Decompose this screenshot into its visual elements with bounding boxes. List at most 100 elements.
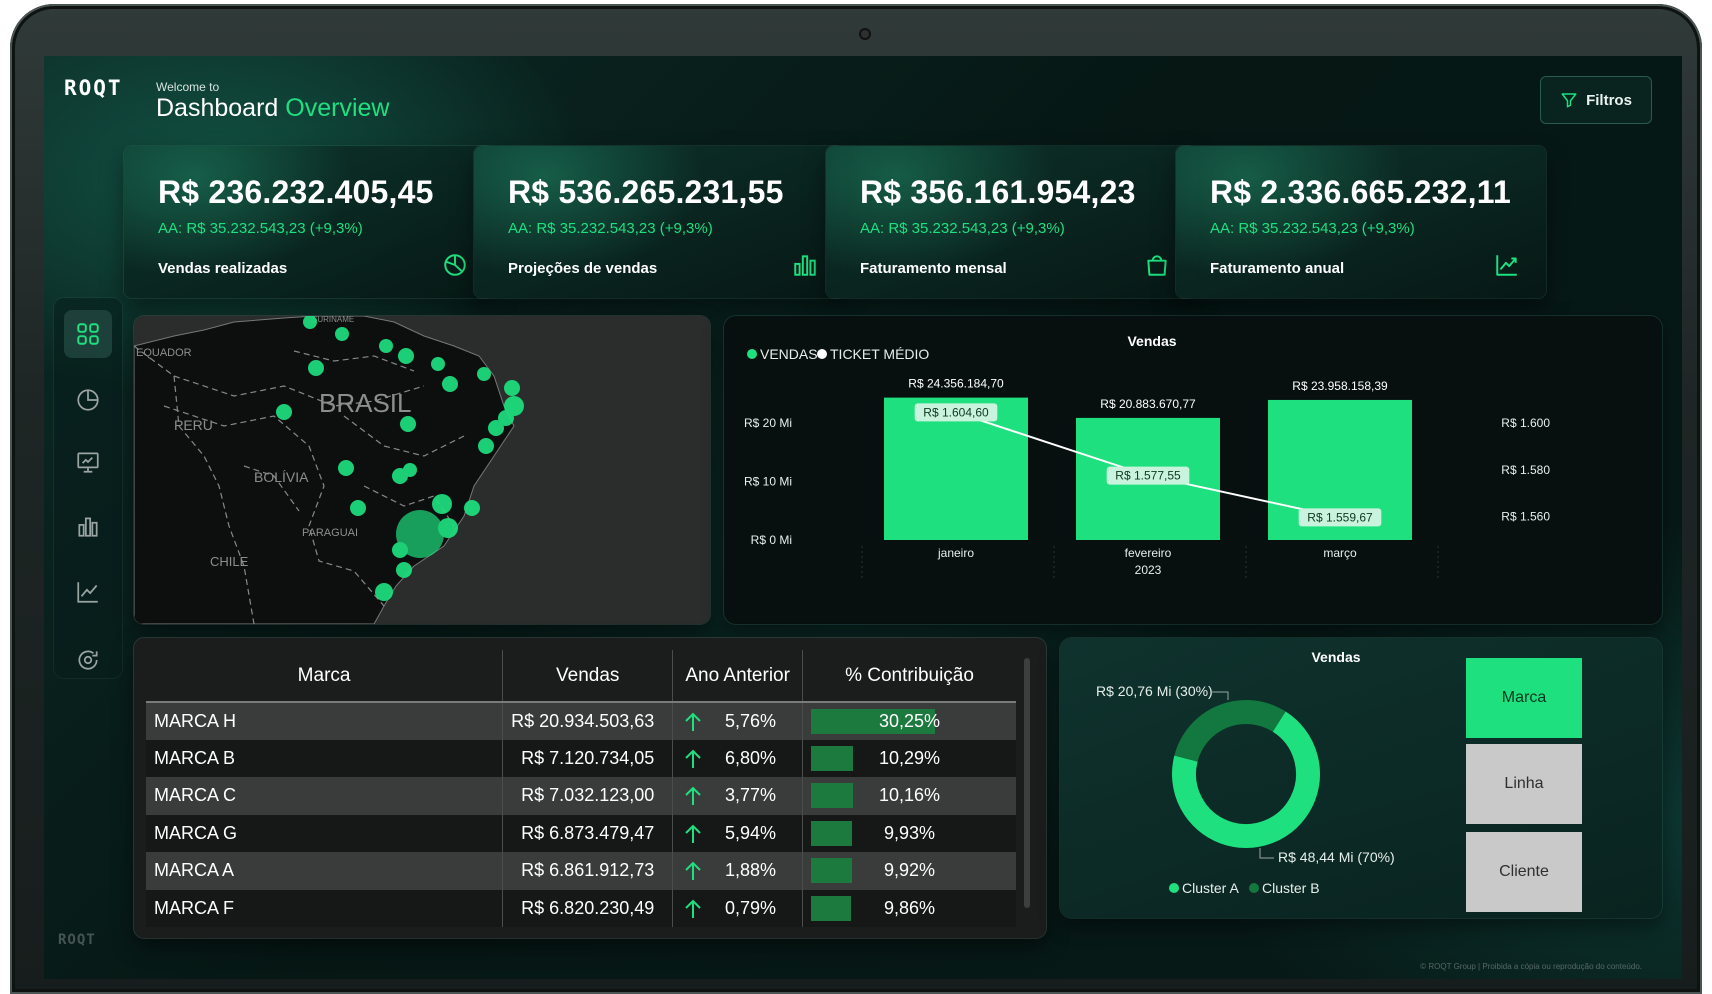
donut-label-cluster-b: R$ 20,76 Mi (30%) — [1096, 683, 1213, 699]
cell-contribution-value: 9,93% — [884, 822, 936, 843]
laptop-frame: ROQT Welcome to Dashboard Overview Filtr… — [10, 4, 1702, 994]
filters-button[interactable]: Filtros — [1540, 76, 1652, 124]
table-row[interactable]: MARCA B R$ 7.120.734,05 6,80% 10,29% — [146, 739, 1016, 777]
cell-brand: MARCA F — [146, 889, 504, 927]
cell-brand: MARCA B — [146, 739, 504, 777]
map-label-bolivia: BOLÍVIA — [254, 469, 309, 485]
cell-sales: R$ 6.861.912,73 — [502, 852, 674, 890]
pie-chart-icon — [444, 254, 466, 276]
monitor-chart-icon — [77, 452, 99, 473]
map-marker[interactable] — [477, 367, 491, 381]
map-marker[interactable] — [442, 376, 458, 392]
map-marker[interactable] — [335, 327, 349, 341]
cell-sales: R$ 6.820.230,49 — [502, 889, 674, 927]
map-marker[interactable] — [431, 357, 445, 371]
kpi-value: R$ 356.161.954,23 — [860, 174, 1136, 210]
donut-label-cluster-a: R$ 48,44 Mi (70%) — [1278, 849, 1395, 865]
donut-leader-line — [1259, 848, 1274, 859]
legend-label-cluster-b: Cluster B — [1262, 880, 1320, 896]
legend-dot-vendas — [747, 349, 757, 359]
welcome-text: Welcome to — [156, 80, 220, 94]
map-marker[interactable] — [432, 494, 452, 514]
dashboard-screen: ROQT Welcome to Dashboard Overview Filtr… — [44, 56, 1682, 979]
column-header-contribuicao[interactable]: % Contribuição — [803, 650, 1016, 702]
segment-button-cliente[interactable]: Cliente — [1466, 832, 1582, 912]
legend-dot-cluster-a — [1169, 883, 1179, 893]
arrow-up-icon — [685, 712, 701, 731]
map-marker[interactable] — [350, 500, 366, 516]
sales-map[interactable]: BRASIL EQUADOR PERU BOLÍVIA PARAGUAI CHI… — [134, 316, 710, 624]
ticket-medio-label: R$ 1.577,55 — [1115, 469, 1181, 483]
cell-contribution-value: 9,92% — [884, 860, 936, 881]
bar-chart-icon — [794, 255, 816, 276]
donut-slice-cluster-b[interactable] — [1174, 700, 1286, 763]
map-marker[interactable] — [478, 438, 494, 454]
table-row[interactable]: MARCA G R$ 6.873.479,47 5,94% 9,93% — [146, 814, 1016, 852]
segment-button-marca[interactable]: Marca — [1466, 658, 1582, 738]
sidebar-item-dashboard[interactable] — [64, 310, 112, 358]
table-row[interactable]: MARCA F R$ 6.820.230,49 0,79% 9,86% — [146, 889, 1016, 928]
column-header-vendas[interactable]: Vendas — [502, 650, 674, 702]
sidebar-item-trend[interactable] — [64, 568, 112, 616]
sidebar-item-bars[interactable] — [64, 502, 112, 550]
map-marker[interactable] — [398, 348, 414, 364]
y-axis-tick-right: R$ 1.580 — [1501, 463, 1550, 477]
map-marker[interactable] — [438, 518, 458, 538]
table-scrollbar[interactable] — [1024, 658, 1030, 908]
line-chart-icon — [77, 582, 98, 603]
cell-contribution-value: 10,29% — [878, 747, 941, 768]
sidebar-item-target[interactable] — [64, 636, 112, 684]
map-marker[interactable] — [276, 404, 292, 420]
sidebar-item-monitor[interactable] — [64, 438, 112, 486]
filter-icon — [1561, 93, 1577, 108]
kpi-card-faturamento-mensal[interactable]: R$ 356.161.954,23 AA: R$ 35.232.543,23 (… — [826, 146, 1196, 298]
map-marker[interactable] — [375, 583, 393, 601]
line-chart-icon — [1496, 255, 1517, 276]
cell-contribution: 9,86% — [803, 890, 1016, 928]
sidebar-bottom-logo: ROQT — [58, 932, 96, 948]
column-header-marca[interactable]: Marca — [146, 650, 504, 702]
map-marker[interactable] — [464, 500, 480, 516]
brand-table: Marca Vendas Ano Anterior % Contribuição… — [146, 650, 1016, 927]
x-axis-year: 2023 — [1135, 563, 1162, 577]
map-marker[interactable] — [308, 360, 324, 376]
map-marker[interactable] — [403, 463, 417, 477]
map-marker[interactable] — [379, 339, 393, 353]
x-axis-tick: fevereiro — [1125, 546, 1172, 560]
roqt-logo: ROQT — [64, 76, 123, 100]
map-marker[interactable] — [396, 562, 412, 578]
page-title: Dashboard Overview — [156, 94, 389, 123]
kpi-card-projecoes-de-vendas[interactable]: R$ 536.265.231,55 AA: R$ 35.232.543,23 (… — [474, 146, 844, 298]
page-title-accent: Overview — [285, 94, 390, 122]
refresh-target-icon — [78, 650, 98, 670]
sales-donut-svg: Vendas R$ 20,76 Mi (30%) R$ 48,44 Mi (70… — [1096, 649, 1395, 896]
table-row[interactable]: MARCA A R$ 6.861.912,73 1,88% 9,92% — [146, 852, 1016, 890]
cell-contribution: 10,16% — [803, 777, 1016, 815]
table-row[interactable]: MARCA C R$ 7.032.123,00 3,77% 10,16% — [146, 777, 1016, 815]
map-marker[interactable] — [488, 420, 504, 436]
brand-sales-table: Marca Vendas Ano Anterior % Contribuição… — [134, 638, 1046, 938]
table-row[interactable]: MARCA H R$ 20.934.503,63 5,76% 30,25% — [146, 702, 1016, 740]
legend-dot-ticket-medio — [817, 349, 827, 359]
arrow-up-icon — [685, 861, 701, 880]
sales-bar-chart[interactable]: Vendas VENDAS TICKET MÉDIO R$ 20 Mi R$ 10… — [724, 316, 1662, 624]
map-marker[interactable] — [400, 416, 416, 432]
cell-previous-year: 5,76% — [672, 702, 804, 740]
arrow-up-icon — [685, 824, 701, 843]
kpi-card-vendas-realizadas[interactable]: R$ 236.232.405,45 AA: R$ 35.232.543,23 (… — [124, 146, 494, 298]
cell-previous-year-value: 0,79% — [725, 897, 777, 918]
sales-donut-chart[interactable]: Vendas R$ 20,76 Mi (30%) R$ 48,44 Mi (70… — [1060, 638, 1662, 918]
y-axis-tick-right: R$ 1.600 — [1501, 416, 1550, 430]
map-marker[interactable] — [504, 380, 520, 396]
map-label-brasil: BRASIL — [319, 388, 412, 418]
legend-dot-cluster-b — [1249, 883, 1259, 893]
kpi-card-faturamento-anual[interactable]: R$ 2.336.665.232,11 AA: R$ 35.232.543,23… — [1176, 146, 1546, 298]
map-label-suriname: SURINAME — [312, 316, 354, 324]
sales-bar-chart-svg: Vendas VENDAS TICKET MÉDIO R$ 20 Mi R$ 10… — [744, 333, 1550, 580]
column-header-ano-anterior[interactable]: Ano Anterior — [672, 650, 804, 702]
sidebar-item-pie[interactable] — [64, 376, 112, 424]
map-marker[interactable] — [338, 460, 354, 476]
copyright-footer: © ROQT Group | Proibida a cópia ou repro… — [1420, 962, 1642, 971]
map-marker[interactable] — [392, 542, 408, 558]
segment-button-linha[interactable]: Linha — [1466, 744, 1582, 824]
